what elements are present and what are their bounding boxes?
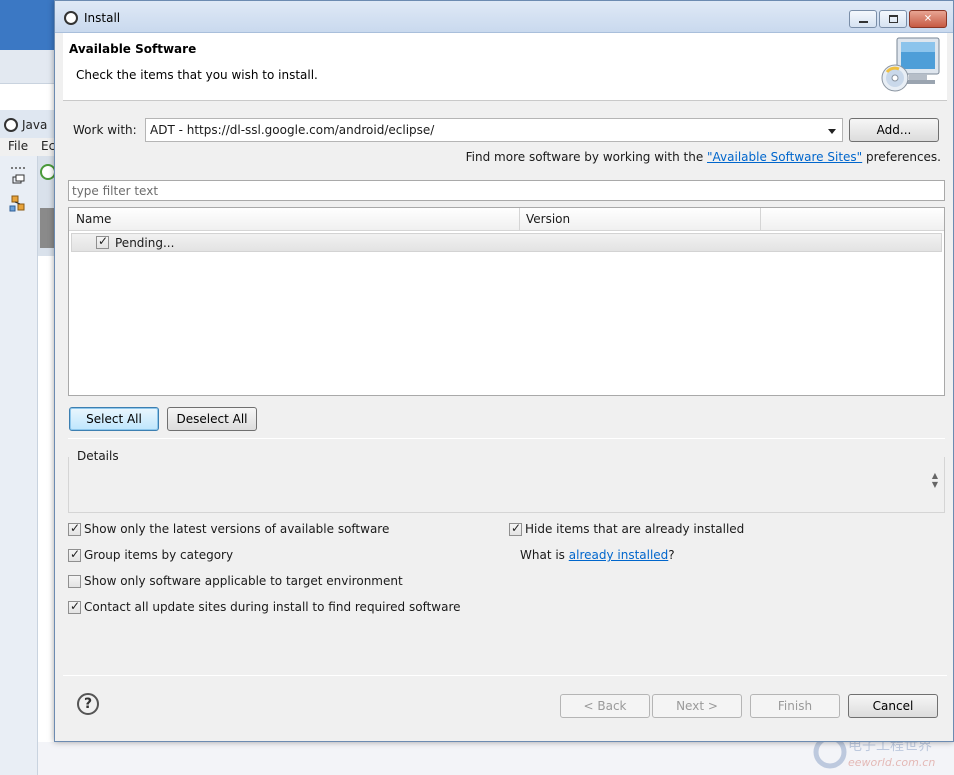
- tree-row[interactable]: Pending...: [71, 233, 942, 252]
- close-icon: ✕: [923, 13, 933, 25]
- option-label: Hide items that are already installed: [525, 522, 745, 536]
- eclipse-icon: [64, 11, 78, 25]
- hierarchy-icon[interactable]: [4, 194, 30, 214]
- software-tree[interactable]: Name Version Pending...: [68, 207, 945, 396]
- available-sites-link[interactable]: "Available Software Sites": [707, 150, 862, 164]
- eclipse-side-toolbar: [0, 156, 38, 775]
- page-subtitle: Check the items that you wish to install…: [76, 68, 318, 82]
- checkbox[interactable]: [68, 521, 81, 536]
- dialog-titlebar[interactable]: Install ✕: [55, 1, 953, 33]
- details-group: ▲ ▼: [68, 457, 945, 513]
- deselect-all-button[interactable]: Deselect All: [167, 407, 257, 431]
- computer-cd-icon: [879, 36, 941, 94]
- find-more-text: Find more software by working with the "…: [466, 150, 941, 164]
- checkbox[interactable]: [68, 599, 81, 614]
- install-dialog: Install ✕ Available Software Check the i…: [54, 0, 954, 742]
- scroll-arrows-icon[interactable]: ▲ ▼: [930, 471, 940, 489]
- chevron-down-icon[interactable]: [824, 121, 840, 139]
- work-with-combo[interactable]: ADT - https://dl-ssl.google.com/android/…: [145, 118, 843, 142]
- checkbox[interactable]: [68, 547, 81, 562]
- background-toolbar: [0, 50, 58, 84]
- dialog-header: Available Software Check the items that …: [63, 33, 947, 101]
- filter-input[interactable]: [68, 180, 945, 201]
- option-label: Group items by category: [84, 548, 234, 562]
- checkbox[interactable]: [68, 575, 81, 588]
- column-version[interactable]: Version: [526, 212, 570, 226]
- restore-view-icon[interactable]: [4, 172, 30, 192]
- watermark-line2: eeworld.com.cn: [848, 756, 935, 769]
- finish-button[interactable]: Finish: [750, 694, 840, 718]
- next-button[interactable]: Next >: [652, 694, 742, 718]
- details-label: Details: [77, 449, 119, 463]
- find-more-suffix: preferences.: [862, 150, 941, 164]
- work-with-value: ADT - https://dl-ssl.google.com/android/…: [150, 123, 435, 137]
- what-is-prefix: What is: [520, 548, 569, 562]
- column-name[interactable]: Name: [76, 212, 111, 226]
- already-installed-link[interactable]: already installed: [569, 548, 669, 562]
- option-label: Contact all update sites during install …: [84, 600, 461, 614]
- add-button[interactable]: Add...: [849, 118, 939, 142]
- cancel-button[interactable]: Cancel: [848, 694, 938, 718]
- page-title: Available Software: [69, 42, 197, 56]
- separator: [68, 438, 945, 439]
- checkbox[interactable]: [509, 521, 522, 536]
- column-separator: [519, 208, 520, 230]
- maximize-icon: [889, 15, 898, 23]
- option-label: Show only software applicable to target …: [84, 574, 403, 588]
- minimize-icon: [859, 21, 868, 23]
- eclipse-menubar: File Ec: [0, 138, 58, 156]
- row-checkbox[interactable]: [96, 234, 109, 249]
- eclipse-icon: [4, 118, 18, 132]
- eclipse-window-title: Java: [0, 110, 58, 138]
- what-is-suffix: ?: [668, 548, 675, 562]
- dialog-title: Install: [84, 11, 121, 25]
- menu-file[interactable]: File: [8, 139, 28, 153]
- option-label: Show only the latest versions of availab…: [84, 522, 390, 536]
- background-titlebar: [0, 0, 58, 50]
- maximize-button[interactable]: [879, 10, 907, 28]
- help-icon[interactable]: ?: [77, 693, 99, 715]
- column-separator: [760, 208, 761, 230]
- find-more-prefix: Find more software by working with the: [465, 150, 708, 164]
- what-is-installed-text: What is already installed?: [520, 548, 675, 562]
- details-text[interactable]: ▲ ▼: [73, 457, 940, 509]
- window-controls: ✕: [847, 10, 947, 28]
- close-button[interactable]: ✕: [909, 10, 947, 28]
- work-with-label: Work with:: [73, 123, 137, 137]
- minimize-button[interactable]: [849, 10, 877, 28]
- back-button[interactable]: < Back: [560, 694, 650, 718]
- eclipse-title-text: Java: [22, 118, 48, 132]
- footer-separator: [63, 675, 947, 676]
- select-all-button[interactable]: Select All: [69, 407, 159, 431]
- tree-header: Name Version: [69, 208, 944, 231]
- row-label: Pending...: [115, 236, 175, 250]
